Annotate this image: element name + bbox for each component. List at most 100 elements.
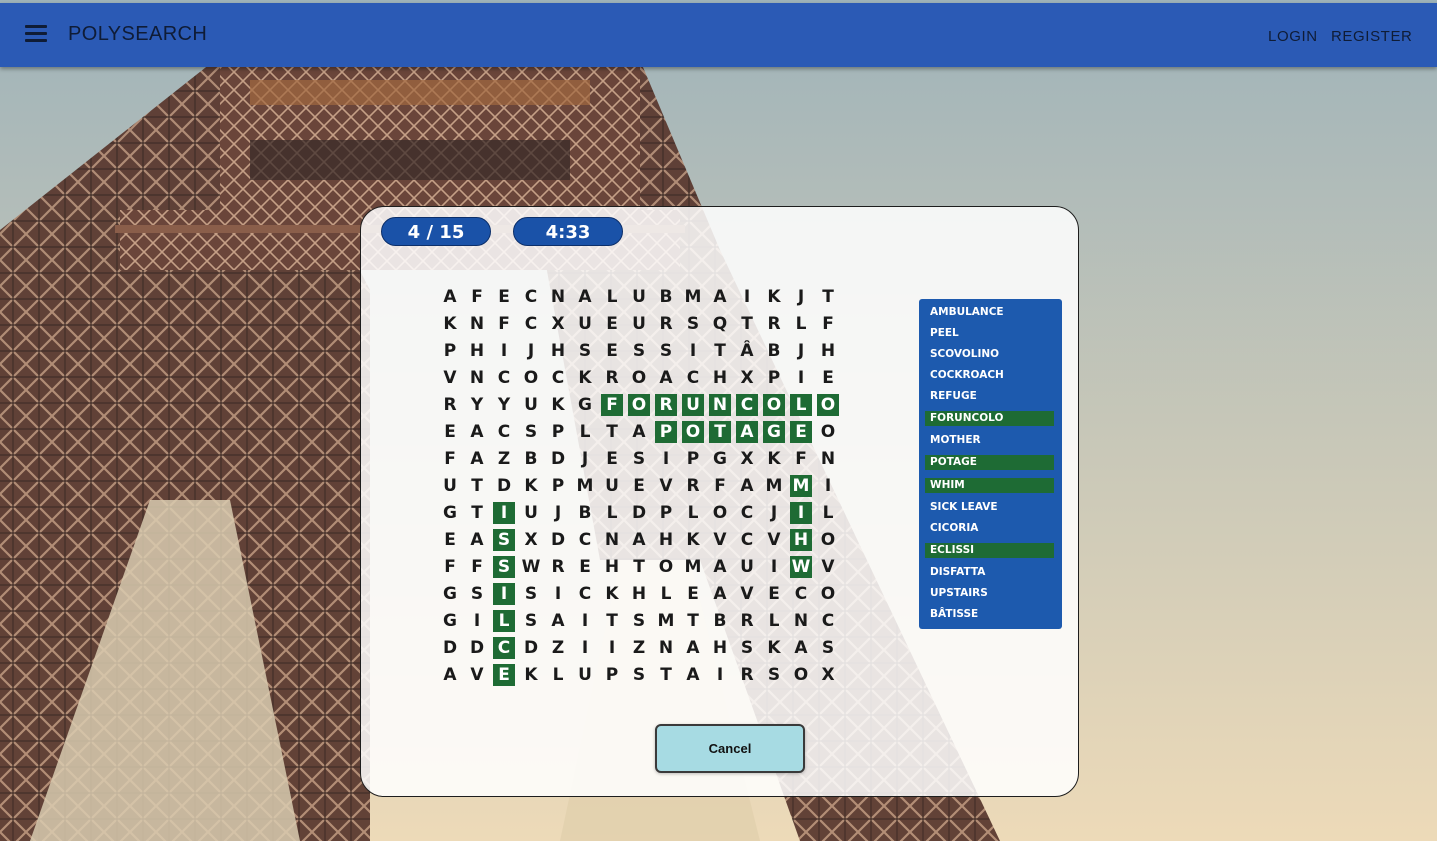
grid-cell[interactable]: A xyxy=(466,421,488,443)
grid-cell[interactable]: H xyxy=(817,340,839,362)
grid-cell[interactable]: Y xyxy=(466,394,488,416)
grid-cell[interactable]: E xyxy=(574,556,596,578)
grid-cell[interactable]: T xyxy=(601,610,623,632)
grid-cell[interactable]: I xyxy=(655,448,677,470)
grid-cell[interactable]: I xyxy=(682,340,704,362)
grid-cell[interactable]: I xyxy=(493,340,515,362)
grid-cell[interactable]: C xyxy=(736,529,758,551)
grid-cell[interactable]: B xyxy=(655,286,677,308)
grid-cell[interactable]: A xyxy=(736,475,758,497)
grid-cell[interactable]: C xyxy=(682,367,704,389)
grid-cell[interactable]: Z xyxy=(493,448,515,470)
grid-cell[interactable]: A xyxy=(790,637,812,659)
grid-cell[interactable]: C xyxy=(547,367,569,389)
grid-cell[interactable]: U xyxy=(574,664,596,686)
grid-cell[interactable]: X xyxy=(817,664,839,686)
grid-cell[interactable]: R xyxy=(736,610,758,632)
grid-cell[interactable]: S xyxy=(628,448,650,470)
grid-cell[interactable]: C xyxy=(574,583,596,605)
grid-cell[interactable]: M xyxy=(682,556,704,578)
grid-cell[interactable]: D xyxy=(493,475,515,497)
grid-cell[interactable]: L xyxy=(547,664,569,686)
grid-cell[interactable]: A xyxy=(682,664,704,686)
grid-cell[interactable]: N xyxy=(655,637,677,659)
grid-cell[interactable]: I xyxy=(547,583,569,605)
grid-cell[interactable]: V xyxy=(466,664,488,686)
grid-cell[interactable]: P xyxy=(601,664,623,686)
register-button[interactable]: REGISTER xyxy=(1331,28,1412,45)
hamburger-menu-icon[interactable] xyxy=(25,25,47,45)
grid-cell[interactable]: K xyxy=(763,637,785,659)
grid-cell[interactable]: A xyxy=(628,529,650,551)
grid-cell[interactable]: M xyxy=(682,286,704,308)
grid-cell[interactable]: N xyxy=(790,610,812,632)
grid-cell[interactable]: P xyxy=(763,367,785,389)
grid-cell[interactable]: H xyxy=(601,556,623,578)
grid-cell[interactable]: G xyxy=(709,448,731,470)
grid-cell[interactable]: A xyxy=(466,448,488,470)
grid-cell[interactable]: L xyxy=(493,610,515,632)
grid-cell[interactable]: B xyxy=(709,610,731,632)
grid-cell[interactable]: S xyxy=(628,610,650,632)
grid-cell[interactable]: F xyxy=(601,394,623,416)
grid-cell[interactable]: S xyxy=(655,340,677,362)
grid-cell[interactable]: T xyxy=(601,421,623,443)
grid-cell[interactable]: P xyxy=(655,421,677,443)
grid-cell[interactable]: E xyxy=(439,529,461,551)
grid-cell[interactable]: U xyxy=(628,313,650,335)
grid-cell[interactable]: R xyxy=(601,367,623,389)
grid-cell[interactable]: K xyxy=(763,286,785,308)
grid-cell[interactable]: E xyxy=(763,583,785,605)
grid-cell[interactable]: Â xyxy=(736,340,758,362)
grid-cell[interactable]: S xyxy=(628,340,650,362)
grid-cell[interactable]: K xyxy=(601,583,623,605)
grid-cell[interactable]: K xyxy=(520,475,542,497)
grid-cell[interactable]: G xyxy=(763,421,785,443)
grid-cell[interactable]: O xyxy=(520,367,542,389)
grid-cell[interactable]: X xyxy=(520,529,542,551)
grid-cell[interactable]: S xyxy=(520,583,542,605)
grid-cell[interactable]: X xyxy=(736,367,758,389)
grid-cell[interactable]: N xyxy=(601,529,623,551)
grid-cell[interactable]: L xyxy=(763,610,785,632)
grid-cell[interactable]: L xyxy=(682,502,704,524)
grid-cell[interactable]: J xyxy=(520,340,542,362)
grid-cell[interactable]: A xyxy=(709,286,731,308)
grid-cell[interactable]: H xyxy=(466,340,488,362)
grid-cell[interactable]: U xyxy=(682,394,704,416)
grid-cell[interactable]: B xyxy=(574,502,596,524)
grid-cell[interactable]: R xyxy=(682,475,704,497)
grid-cell[interactable]: A xyxy=(547,610,569,632)
grid-cell[interactable]: G xyxy=(439,583,461,605)
grid-cell[interactable]: C xyxy=(817,610,839,632)
grid-cell[interactable]: U xyxy=(439,475,461,497)
grid-cell[interactable]: N xyxy=(817,448,839,470)
grid-cell[interactable]: U xyxy=(520,394,542,416)
grid-cell[interactable]: J xyxy=(790,286,812,308)
grid-cell[interactable]: S xyxy=(466,583,488,605)
grid-cell[interactable]: S xyxy=(682,313,704,335)
grid-cell[interactable]: V xyxy=(655,475,677,497)
grid-cell[interactable]: E xyxy=(493,286,515,308)
grid-cell[interactable]: N xyxy=(466,313,488,335)
grid-cell[interactable]: I xyxy=(736,286,758,308)
grid-cell[interactable]: T xyxy=(709,421,731,443)
grid-cell[interactable]: J xyxy=(574,448,596,470)
grid-cell[interactable]: A xyxy=(736,421,758,443)
grid-cell[interactable]: E xyxy=(601,313,623,335)
grid-cell[interactable]: B xyxy=(763,340,785,362)
grid-cell[interactable]: V xyxy=(736,583,758,605)
grid-cell[interactable]: S xyxy=(520,421,542,443)
grid-cell[interactable]: A xyxy=(439,664,461,686)
cancel-button[interactable]: Cancel xyxy=(655,724,805,773)
grid-cell[interactable]: E xyxy=(493,664,515,686)
grid-cell[interactable]: H xyxy=(709,637,731,659)
grid-cell[interactable]: S xyxy=(736,637,758,659)
grid-cell[interactable]: S xyxy=(574,340,596,362)
grid-cell[interactable]: P xyxy=(547,475,569,497)
grid-cell[interactable]: D xyxy=(520,637,542,659)
grid-cell[interactable]: C xyxy=(520,286,542,308)
grid-cell[interactable]: P xyxy=(682,448,704,470)
grid-cell[interactable]: N xyxy=(466,367,488,389)
grid-cell[interactable]: M xyxy=(790,475,812,497)
